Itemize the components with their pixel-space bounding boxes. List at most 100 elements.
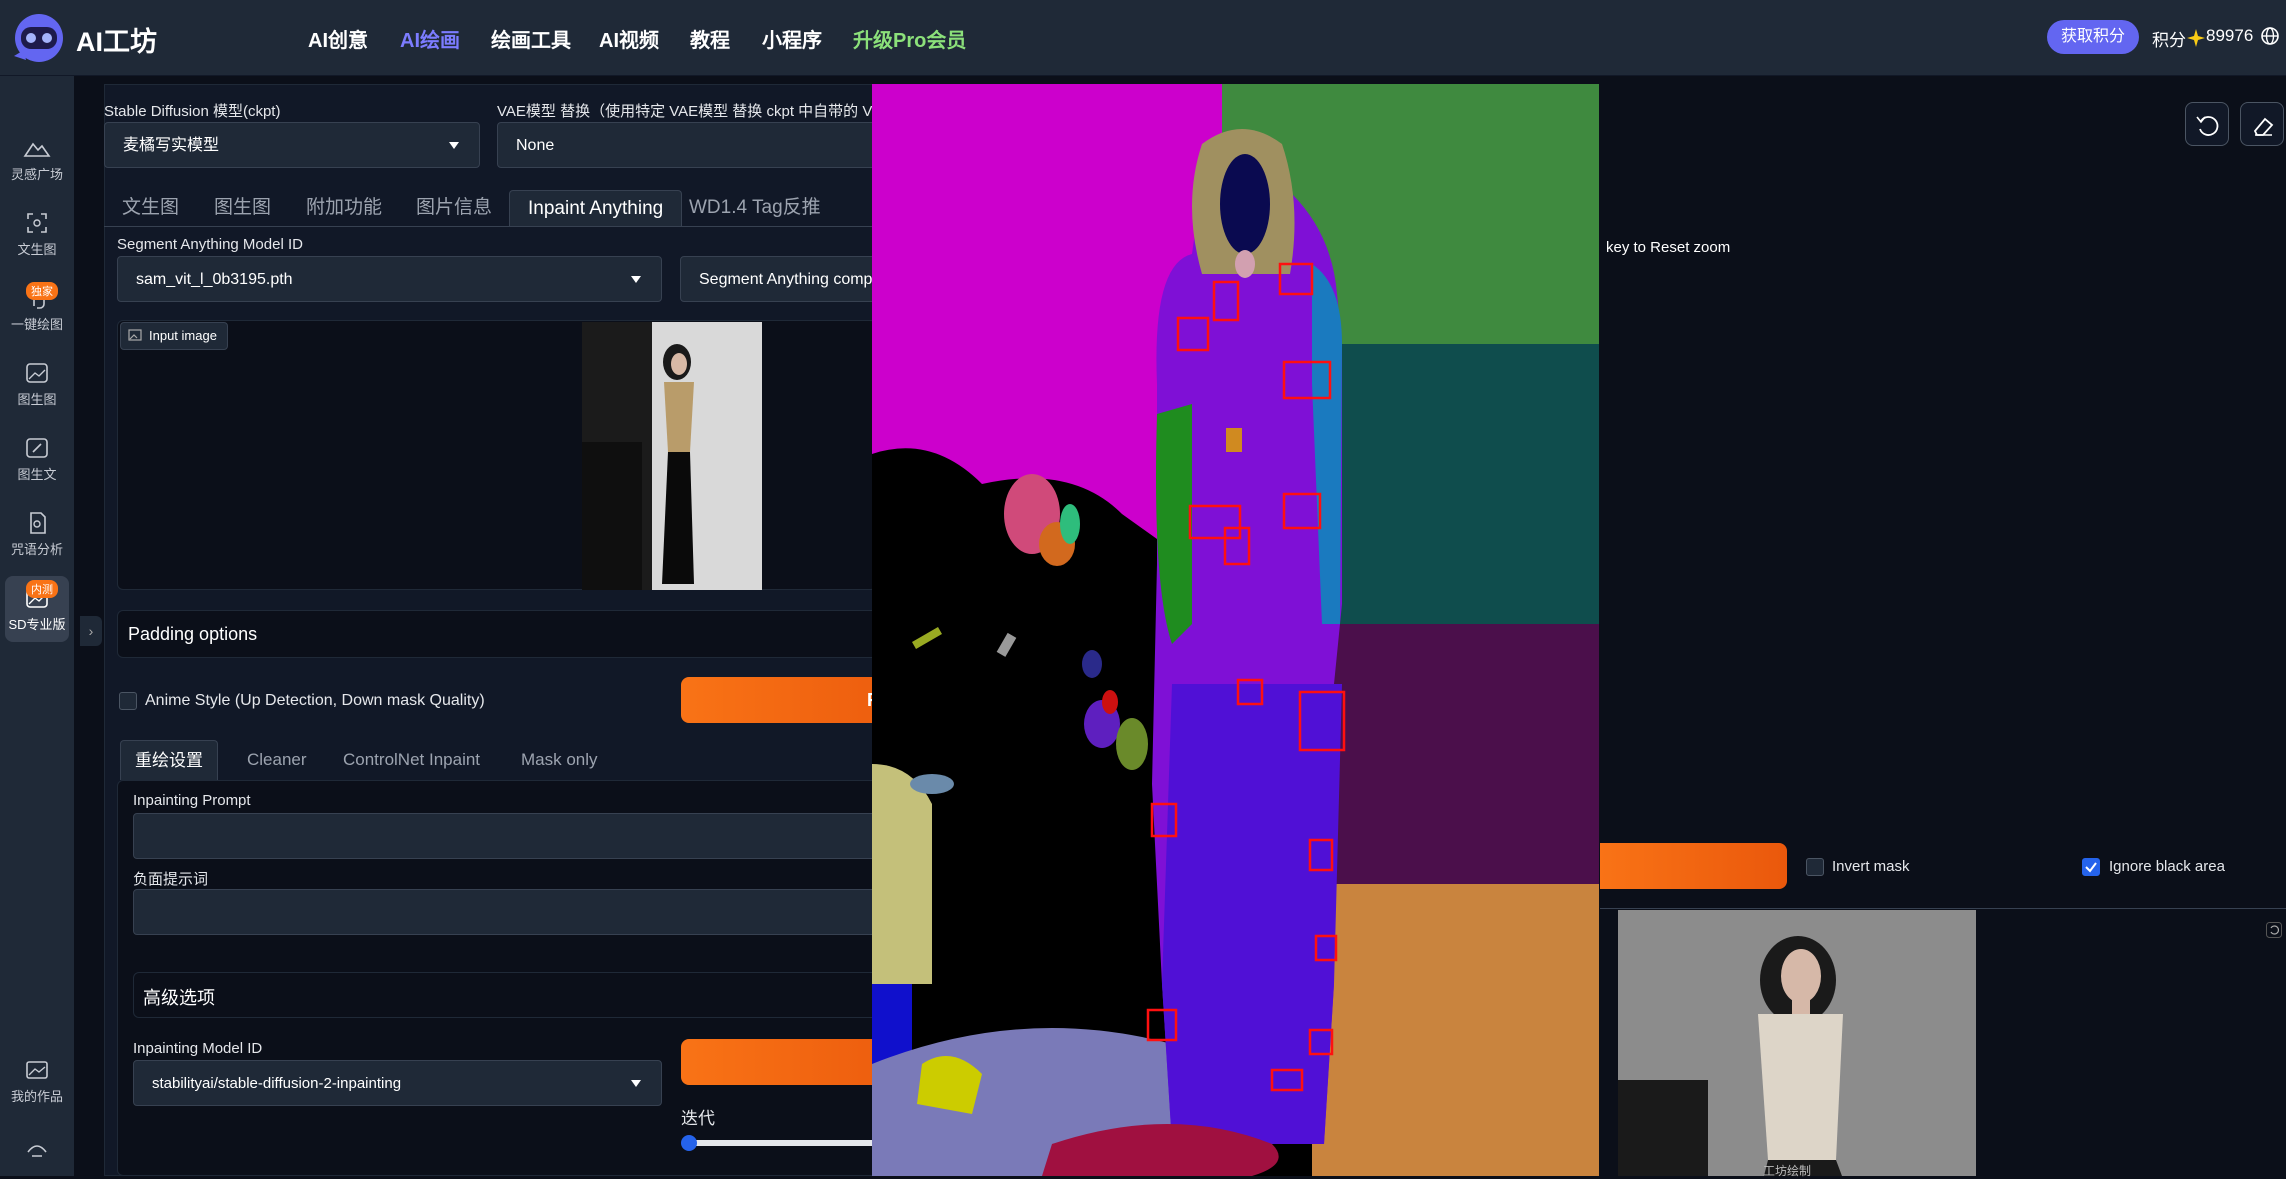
subtab-cleaner[interactable]: Cleaner bbox=[247, 740, 307, 780]
sidebar-item-label: 文生图 bbox=[17, 242, 57, 257]
subtab-mask-only[interactable]: Mask only bbox=[521, 740, 598, 780]
invert-mask-checkbox[interactable] bbox=[1806, 858, 1824, 876]
result-divider bbox=[1600, 908, 2286, 909]
invert-mask-label: Invert mask bbox=[1832, 858, 1910, 875]
subtab-inpaint-settings[interactable]: 重绘设置 bbox=[120, 740, 218, 780]
sidebar-item-one-click[interactable]: 一键绘图 独家 bbox=[0, 282, 74, 356]
tab-png-info[interactable]: 图片信息 bbox=[416, 190, 492, 226]
doc-search-icon bbox=[30, 512, 46, 534]
ckpt-value: 麦橘写实模型 bbox=[123, 137, 220, 154]
undo-icon bbox=[2196, 116, 2219, 136]
inpainting-model-label: Inpainting Model ID bbox=[133, 1040, 263, 1057]
reset-zoom-hint: key to Reset zoom bbox=[1606, 239, 1731, 256]
vae-label: VAE模型 替换（使用特定 VAE模型 替换 ckpt 中自带的 V bbox=[497, 103, 873, 120]
check-icon bbox=[2085, 862, 2097, 873]
sidebar-item-label: 一键绘图 bbox=[10, 317, 63, 332]
tab-inpaint-anything[interactable]: Inpaint Anything bbox=[509, 190, 683, 226]
chevron-down-icon bbox=[631, 1080, 641, 1087]
image-icon bbox=[128, 329, 142, 341]
sparkle-icon bbox=[2187, 29, 2205, 47]
mountain-icon bbox=[23, 142, 51, 157]
sidebar-item-label: 咒语分析 bbox=[10, 542, 63, 557]
result-photo bbox=[1618, 910, 1976, 1176]
inpainting-model-value: stabilityai/stable-diffusion-2-inpaintin… bbox=[152, 1075, 402, 1092]
nav-mini-program[interactable]: 小程序 bbox=[762, 24, 822, 53]
vae-dropdown[interactable]: None bbox=[497, 122, 897, 168]
gallery-icon bbox=[26, 1061, 48, 1079]
anime-style-label: Anime Style (Up Detection, Down mask Qua… bbox=[145, 692, 485, 709]
input-image-area[interactable] bbox=[117, 320, 877, 590]
subtab-controlnet-inpaint[interactable]: ControlNet Inpaint bbox=[343, 740, 480, 780]
ignore-black-area-checkbox[interactable] bbox=[2082, 858, 2100, 876]
sidebar-item-prompt-analysis[interactable]: 咒语分析 bbox=[0, 511, 74, 581]
steps-slider-handle[interactable] bbox=[681, 1135, 697, 1151]
robot-logo-icon[interactable] bbox=[8, 10, 70, 64]
sam-model-dropdown[interactable]: sam_vit_l_0b3195.pth bbox=[117, 256, 662, 302]
steps-slider-track[interactable] bbox=[684, 1140, 884, 1146]
tab-txt2img[interactable]: 文生图 bbox=[122, 190, 179, 226]
beta-badge: 内测 bbox=[26, 580, 58, 598]
sidebar-item-sd-pro[interactable]: SD专业版 内测 bbox=[0, 580, 74, 656]
nav-tutorial[interactable]: 教程 bbox=[690, 24, 730, 53]
inpainting-prompt-label: Inpainting Prompt bbox=[133, 792, 251, 809]
sidebar-collapse-button[interactable]: › bbox=[80, 616, 102, 646]
ckpt-dropdown[interactable]: 麦橘写实模型 bbox=[104, 122, 480, 168]
inpainting-prompt-input[interactable] bbox=[133, 813, 893, 859]
chevron-down-icon bbox=[631, 276, 641, 283]
advanced-options-accordion[interactable] bbox=[133, 972, 893, 1018]
sam-status-box: Segment Anything complet bbox=[680, 256, 880, 302]
vae-value: None bbox=[516, 137, 555, 154]
sidebar-item-my-works[interactable]: 我的作品 bbox=[0, 1058, 74, 1128]
create-mask-button[interactable] bbox=[1600, 843, 1787, 889]
chevron-down-icon bbox=[449, 142, 459, 149]
advanced-options-label: 高级选项 bbox=[143, 988, 215, 1008]
nav-ai-video[interactable]: AI视频 bbox=[599, 24, 659, 53]
sidebar-item-inspiration[interactable]: 灵感广场 bbox=[0, 136, 74, 206]
runway-photo-thumbnail bbox=[582, 322, 762, 590]
segmentation-preview bbox=[872, 84, 1599, 1176]
negative-prompt-input[interactable] bbox=[133, 889, 893, 935]
image-edit-icon bbox=[26, 438, 48, 458]
sidebar-item-label: 图生文 bbox=[17, 467, 57, 482]
inpainting-model-dropdown[interactable]: stabilityai/stable-diffusion-2-inpaintin… bbox=[133, 1060, 662, 1106]
tab-wd14-tagger[interactable]: WD1.4 Tag反推 bbox=[689, 190, 821, 226]
padding-options-label: Padding options bbox=[128, 624, 258, 644]
anime-style-checkbox[interactable] bbox=[119, 692, 137, 710]
nav-drawing-tools[interactable]: 绘画工具 bbox=[491, 24, 571, 53]
sidebar-item-label: 我的作品 bbox=[10, 1089, 63, 1104]
sam-model-label: Segment Anything Model ID bbox=[117, 236, 303, 253]
segmentation-map bbox=[872, 84, 1599, 1176]
tab-img2img[interactable]: 图生图 bbox=[214, 190, 271, 226]
globe-icon[interactable] bbox=[2260, 26, 2280, 46]
sidebar-item-label: 图生图 bbox=[17, 392, 57, 407]
image-icon bbox=[26, 363, 48, 383]
logo-text[interactable]: AI工坊 bbox=[76, 20, 157, 59]
nav-ai-creative[interactable]: AI创意 bbox=[308, 24, 368, 53]
sidebar-item-label: 灵感广场 bbox=[10, 167, 63, 182]
sidebar-item-label: SD专业版 bbox=[8, 617, 66, 632]
top-bar: AI工坊 AI创意 AI绘画 绘画工具 AI视频 教程 小程序 升级Pro会员 … bbox=[0, 0, 2286, 76]
get-points-button[interactable]: 获取积分 bbox=[2047, 20, 2139, 54]
points-value: 89976 bbox=[2206, 26, 2254, 45]
undo-small-icon[interactable] bbox=[2266, 922, 2282, 938]
ignore-black-area-label: Ignore black area bbox=[2109, 858, 2225, 875]
exclusive-badge: 独家 bbox=[26, 282, 58, 300]
steps-label: 迭代 bbox=[681, 1109, 715, 1128]
nav-ai-painting[interactable]: AI绘画 bbox=[400, 24, 460, 53]
sidebar-item-txt2img[interactable]: 文生图 bbox=[0, 211, 74, 281]
reset-button[interactable] bbox=[2185, 102, 2229, 146]
sidebar-item-img2img[interactable]: 图生图 bbox=[0, 361, 74, 431]
sidebar-item-img2txt[interactable]: 图生文 bbox=[0, 436, 74, 506]
sam-model-value: sam_vit_l_0b3195.pth bbox=[136, 271, 293, 288]
negative-prompt-label: 负面提示词 bbox=[133, 871, 209, 888]
scan-icon bbox=[27, 213, 47, 233]
sam-status-text: Segment Anything complet bbox=[699, 271, 880, 288]
watermark-text: 工坊绘制 bbox=[1763, 1164, 1812, 1178]
tab-extras[interactable]: 附加功能 bbox=[306, 190, 382, 226]
nav-upgrade-pro[interactable]: 升级Pro会员 bbox=[853, 24, 966, 53]
theme-toggle-icon[interactable] bbox=[24, 1136, 50, 1158]
points-label: 积分 bbox=[2152, 31, 2186, 50]
eraser-button[interactable] bbox=[2240, 102, 2284, 146]
input-image-label: Input image bbox=[149, 328, 217, 343]
ckpt-label: Stable Diffusion 模型(ckpt) bbox=[104, 103, 281, 120]
